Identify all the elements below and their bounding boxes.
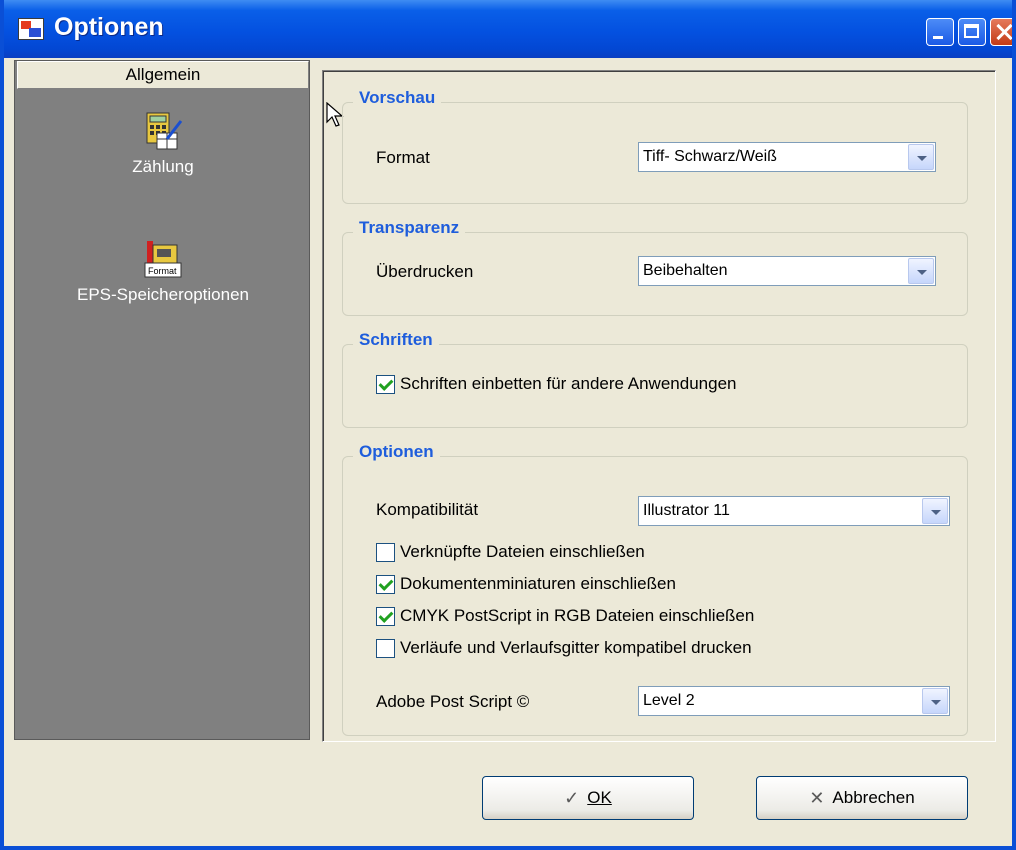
postscript-label: Adobe Post Script ©: [376, 692, 530, 711]
fonts-legend: Schriften: [353, 330, 439, 350]
linked-files-checkbox[interactable]: Verknüpfte Dateien einschließen: [376, 542, 645, 562]
svg-text:Format: Format: [148, 266, 177, 276]
sidebar-item-label: EPS-Speicheroptionen: [76, 285, 249, 304]
format-select-value: Tiff- Schwarz/Weiß: [643, 148, 777, 165]
ok-button-label: OK: [587, 788, 612, 807]
cancel-button[interactable]: ✕ Abbrechen: [756, 776, 968, 820]
checkbox-label: Verläufe und Verlaufsgitter kompatibel d…: [400, 638, 752, 657]
window-title: Optionen: [54, 13, 164, 41]
cancel-button-label: Abbrechen: [832, 788, 915, 807]
compatibility-label: Kompatibilität: [376, 500, 479, 519]
gradient-compat-checkbox[interactable]: Verläufe und Verlaufsgitter kompatibel d…: [376, 638, 752, 658]
ok-button[interactable]: ✓ OK: [482, 776, 694, 820]
overprint-select[interactable]: Beibehalten: [638, 256, 936, 286]
cmyk-postscript-checkbox[interactable]: CMYK PostScript in RGB Dateien einschlie…: [376, 606, 754, 626]
checkmark-icon: ✓: [564, 787, 580, 808]
chevron-down-icon[interactable]: [922, 688, 948, 714]
checkbox-label: Dokumentenminiaturen einschließen: [400, 574, 676, 593]
sidebar-item-eps-speicheroptionen[interactable]: Format EPS-Speicheroptionen: [15, 239, 311, 305]
app-icon: [18, 18, 44, 40]
cancel-x-icon: ✕: [809, 787, 825, 808]
thumbnails-checkbox[interactable]: Dokumentenminiaturen einschließen: [376, 574, 676, 594]
postscript-select-value: Level 2: [643, 692, 695, 709]
transparency-legend: Transparenz: [353, 218, 466, 238]
format-label: Format: [376, 148, 430, 167]
format-select[interactable]: Tiff- Schwarz/Weiß: [638, 142, 936, 172]
maximize-button[interactable]: [958, 18, 986, 46]
minimize-button[interactable]: [926, 18, 954, 46]
compatibility-select-value: Illustrator 11: [643, 502, 730, 519]
checkbox-box[interactable]: [376, 542, 395, 562]
checkbox-box[interactable]: [376, 374, 395, 394]
compatibility-select[interactable]: Illustrator 11: [638, 496, 950, 526]
checkbox-box[interactable]: [376, 606, 395, 626]
format-icon: Format: [143, 239, 183, 279]
title-bar[interactable]: Optionen: [4, 0, 1012, 58]
checkbox-label: CMYK PostScript in RGB Dateien einschlie…: [400, 606, 755, 625]
sidebar-item-label: Zählung: [132, 157, 194, 176]
embed-fonts-checkbox[interactable]: Schriften einbetten für andere Anwendung…: [376, 374, 736, 394]
sidebar-item-zaehlung[interactable]: Zählung: [15, 111, 311, 177]
chevron-down-icon[interactable]: [908, 144, 934, 170]
overprint-select-value: Beibehalten: [643, 262, 728, 279]
checkbox-box[interactable]: [376, 574, 395, 594]
close-button[interactable]: [990, 18, 1012, 46]
calculator-icon: [143, 111, 183, 151]
sidebar: Allgemein Zählung Format EPS-Speicheropt…: [14, 60, 310, 740]
options-legend: Optionen: [353, 442, 440, 462]
chevron-down-icon[interactable]: [922, 498, 948, 524]
sidebar-header-allgemein[interactable]: Allgemein: [17, 61, 309, 89]
options-dialog: Optionen Allgemein Zählung Format EPS-Sp…: [0, 0, 1016, 850]
checkbox-label: Schriften einbetten für andere Anwendung…: [400, 374, 737, 393]
chevron-down-icon[interactable]: [908, 258, 934, 284]
postscript-level-select[interactable]: Level 2: [638, 686, 950, 716]
overprint-label: Überdrucken: [376, 262, 474, 281]
checkbox-label: Verknüpfte Dateien einschließen: [400, 542, 645, 561]
checkbox-box[interactable]: [376, 638, 395, 658]
preview-legend: Vorschau: [353, 88, 442, 108]
